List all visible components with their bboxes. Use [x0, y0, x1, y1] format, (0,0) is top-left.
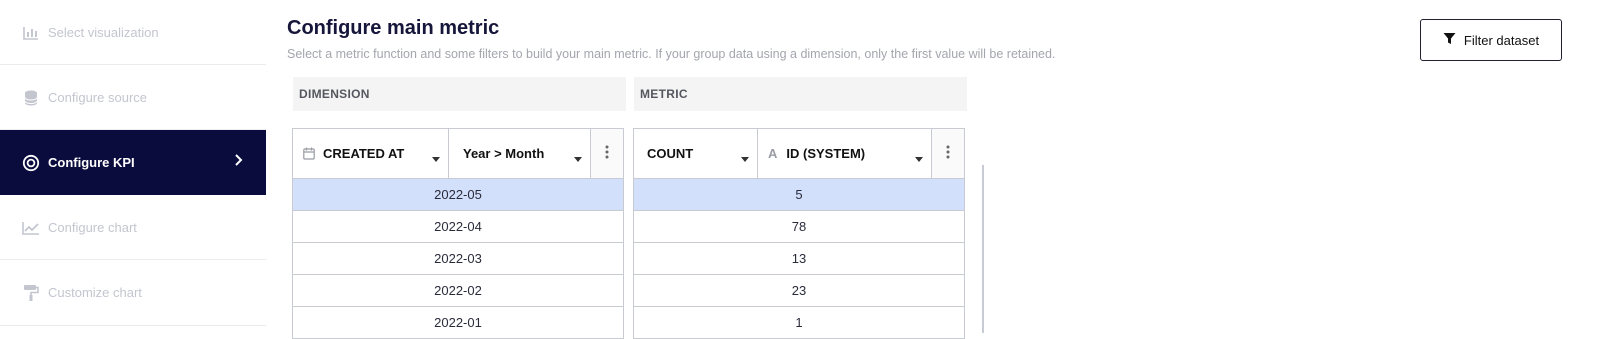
step-label: Customize chart: [48, 285, 142, 300]
kebab-menu-icon: [605, 145, 609, 162]
table-row[interactable]: 2022-04: [293, 211, 623, 243]
cell-value: 2022-05: [434, 187, 482, 202]
calendar-icon: [303, 147, 315, 160]
table-row[interactable]: 13: [634, 243, 964, 275]
target-icon: [22, 154, 40, 172]
wizard-sidebar: Select visualization Configure source Co…: [0, 0, 266, 333]
step-configure-source[interactable]: Configure source: [0, 65, 266, 130]
metric-function-label: COUNT: [647, 146, 694, 161]
page-subtitle: Select a metric function and some filter…: [287, 47, 1056, 61]
dimension-section-label: DIMENSION: [299, 87, 370, 101]
page-title: Configure main metric: [287, 17, 500, 39]
metric-field-label: ID (SYSTEM): [786, 146, 866, 161]
text-type-icon: A: [768, 146, 778, 161]
table-row[interactable]: 1: [634, 307, 964, 339]
dimension-table: CREATED AT Year > Month 2022-05 2022-04 …: [292, 128, 624, 339]
metric-field-select[interactable]: A ID (SYSTEM): [758, 129, 932, 178]
table-row[interactable]: 2022-01: [293, 307, 623, 339]
table-row[interactable]: 78: [634, 211, 964, 243]
table-row[interactable]: 23: [634, 275, 964, 307]
cell-value: 78: [791, 219, 807, 234]
caret-down-icon: [915, 150, 923, 165]
step-configure-chart[interactable]: Configure chart: [0, 195, 266, 260]
table-row[interactable]: 2022-05: [293, 179, 623, 211]
caret-down-icon: [741, 150, 749, 165]
metric-more-button[interactable]: [932, 129, 964, 178]
metric-table: COUNT A ID (SYSTEM) 5 78 13 23 1: [633, 128, 965, 339]
metric-function-select[interactable]: COUNT: [634, 129, 758, 178]
paint-roller-icon: [22, 284, 40, 302]
filter-dataset-button[interactable]: Filter dataset: [1420, 19, 1562, 61]
cell-value: 5: [795, 187, 803, 202]
dimension-section-header: DIMENSION: [293, 77, 626, 111]
line-chart-icon: [22, 219, 40, 237]
cell-value: 2022-03: [434, 251, 482, 266]
metric-section-label: METRIC: [640, 87, 688, 101]
grouping-label: Year > Month: [463, 146, 545, 161]
dimension-field-select[interactable]: CREATED AT: [293, 129, 449, 178]
caret-down-icon: [574, 150, 582, 165]
step-label: Configure KPI: [48, 155, 135, 170]
cell-value: 2022-02: [434, 283, 482, 298]
divider: [982, 165, 984, 333]
metric-section-header: METRIC: [634, 77, 967, 111]
metric-table-header: COUNT A ID (SYSTEM): [634, 129, 964, 179]
step-label: Configure chart: [48, 220, 137, 235]
step-label: Select visualization: [48, 25, 159, 40]
database-icon: [22, 89, 40, 107]
cell-value: 2022-04: [434, 219, 482, 234]
filter-dataset-label: Filter dataset: [1463, 32, 1540, 48]
kebab-menu-icon: [946, 145, 950, 162]
step-customize-chart[interactable]: Customize chart: [0, 260, 266, 325]
table-row[interactable]: 2022-03: [293, 243, 623, 275]
dimension-more-button[interactable]: [591, 129, 623, 178]
step-select-visualization[interactable]: Select visualization: [0, 0, 266, 65]
cell-value: 13: [791, 251, 807, 266]
step-configure-kpi[interactable]: Configure KPI: [0, 130, 266, 195]
chevron-right-icon: [234, 153, 244, 170]
divider: [0, 325, 266, 326]
table-row[interactable]: 5: [634, 179, 964, 211]
cell-value: 1: [795, 315, 803, 330]
table-row[interactable]: 2022-02: [293, 275, 623, 307]
bar-chart-icon: [22, 24, 40, 42]
grouping-select[interactable]: Year > Month: [449, 129, 591, 178]
step-label: Configure source: [48, 90, 147, 105]
cell-value: 2022-01: [434, 315, 482, 330]
cell-value: 23: [791, 283, 807, 298]
dimension-table-header: CREATED AT Year > Month: [293, 129, 623, 179]
dimension-field-label: CREATED AT: [323, 146, 405, 161]
funnel-icon: [1443, 32, 1456, 48]
caret-down-icon: [432, 150, 440, 165]
